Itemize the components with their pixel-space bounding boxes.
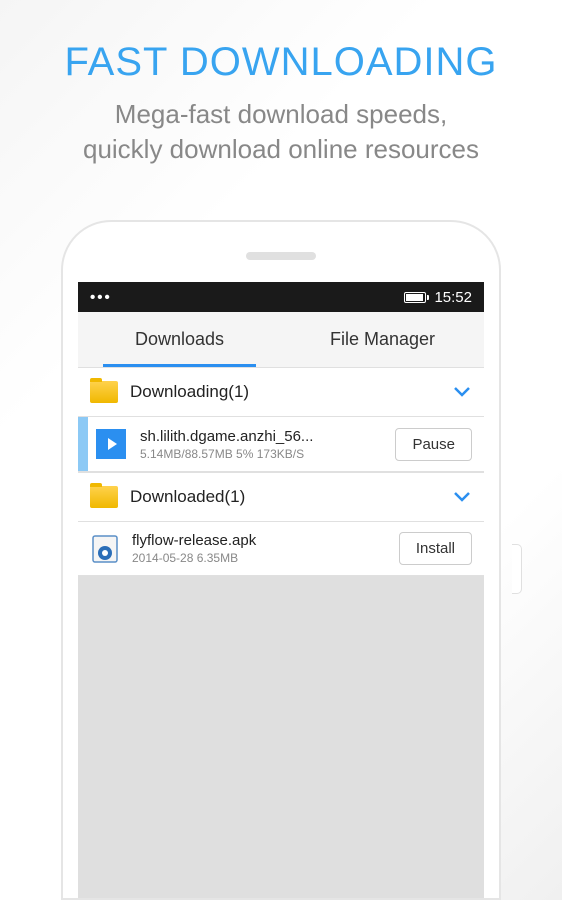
downloaded-item[interactable]: flyflow-release.apk 2014-05-28 6.35MB In…	[78, 522, 484, 576]
section-downloaded[interactable]: Downloaded(1)	[78, 472, 484, 522]
tabs-bar: Downloads File Manager	[78, 312, 484, 367]
downloading-item[interactable]: sh.lilith.dgame.anzhi_56... 5.14MB/88.57…	[78, 417, 484, 472]
hero-subtitle-line1: Mega-fast download speeds,	[115, 99, 447, 129]
battery-icon	[404, 292, 426, 303]
status-bar: ••• 15:52	[78, 282, 484, 312]
pause-button[interactable]: Pause	[395, 428, 472, 461]
install-button[interactable]: Install	[399, 532, 472, 565]
card-edge-decoration	[512, 544, 522, 594]
file-name: sh.lilith.dgame.anzhi_56...	[140, 428, 383, 445]
tab-file-manager-label: File Manager	[330, 329, 435, 350]
folder-icon	[90, 381, 118, 403]
hero-subtitle: Mega-fast download speeds, quickly downl…	[0, 85, 562, 167]
file-meta: 2014-05-28 6.35MB	[132, 551, 387, 565]
download-progress-indicator	[78, 417, 88, 471]
phone-speaker	[246, 252, 316, 260]
statusbar-time: 15:52	[434, 289, 472, 306]
file-meta: 5.14MB/88.57MB 5% 173KB/S	[140, 447, 383, 461]
section-downloading-label: Downloading(1)	[130, 382, 440, 402]
apk-icon	[90, 534, 120, 564]
tab-file-manager[interactable]: File Manager	[281, 312, 484, 367]
hero-title: FAST DOWNLOADING	[0, 0, 562, 85]
hero-subtitle-line2: quickly download online resources	[83, 134, 479, 164]
file-name: flyflow-release.apk	[132, 532, 387, 549]
statusbar-menu-icon[interactable]: •••	[90, 289, 112, 306]
chevron-down-icon	[452, 382, 472, 402]
play-icon	[96, 429, 126, 459]
folder-icon	[90, 486, 118, 508]
file-thumbnail	[94, 427, 128, 461]
file-info: flyflow-release.apk 2014-05-28 6.35MB	[132, 532, 387, 565]
chevron-down-icon	[452, 487, 472, 507]
file-info: sh.lilith.dgame.anzhi_56... 5.14MB/88.57…	[140, 428, 383, 461]
phone-frame: ••• 15:52 Downloads File Manager Downloa…	[61, 220, 501, 900]
section-downloaded-label: Downloaded(1)	[130, 487, 440, 507]
tab-downloads[interactable]: Downloads	[78, 312, 281, 367]
phone-screen: ••• 15:52 Downloads File Manager Downloa…	[78, 282, 484, 898]
section-downloading[interactable]: Downloading(1)	[78, 367, 484, 417]
tab-downloads-label: Downloads	[135, 329, 224, 350]
